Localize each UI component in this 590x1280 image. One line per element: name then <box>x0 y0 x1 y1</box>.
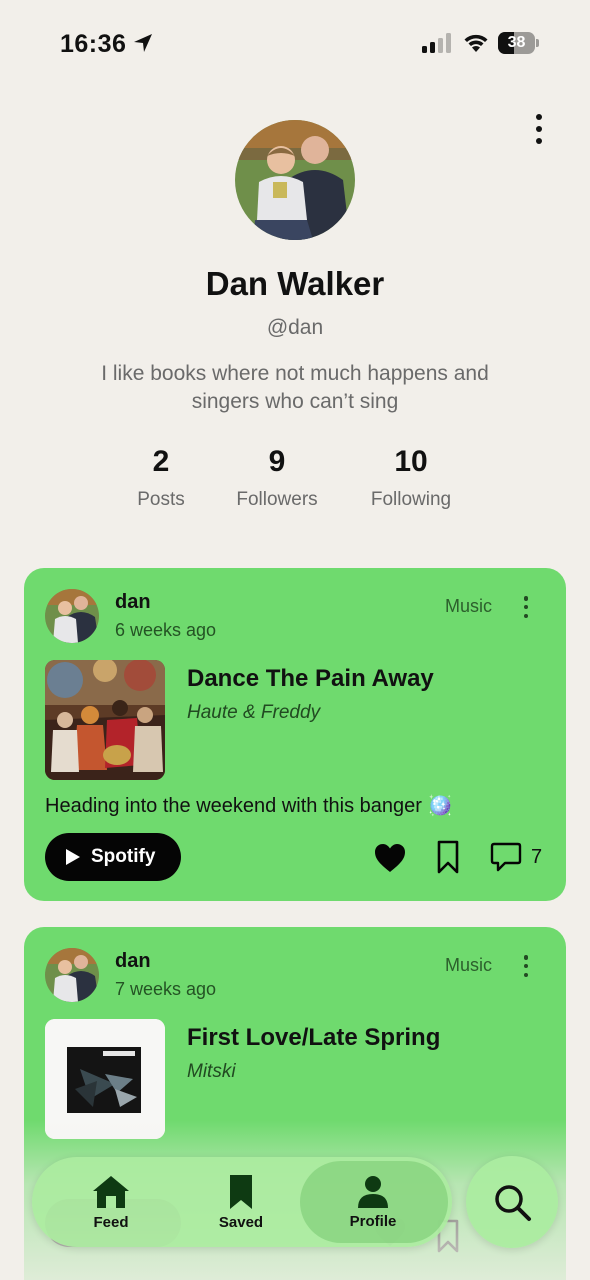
bookmark-icon[interactable] <box>436 840 460 874</box>
track-title: First Love/Late Spring <box>187 1024 441 1051</box>
profile-handle: @dan <box>266 316 324 339</box>
comment-count: 7 <box>531 846 543 868</box>
stat-followers[interactable]: 9 Followers <box>222 445 332 511</box>
battery-level: 38 <box>507 34 526 51</box>
stat-posts-value: 2 <box>152 445 170 478</box>
location-arrow-icon <box>134 34 152 52</box>
play-icon <box>66 849 80 865</box>
post-category: Music <box>445 596 493 616</box>
nav-label-saved: Saved <box>218 1213 264 1231</box>
post-category: Music <box>445 955 493 975</box>
nav-item-feed[interactable]: Feed <box>70 1157 152 1247</box>
post-author-name[interactable]: dan <box>115 950 151 973</box>
nav-label-profile: Profile <box>349 1212 397 1230</box>
battery-icon: 38 <box>498 32 540 54</box>
post-author-avatar[interactable] <box>45 948 99 1002</box>
profile-avatar <box>235 120 355 240</box>
profile-bio: I like books where not much happens and … <box>101 362 489 413</box>
nav-item-saved[interactable]: Saved <box>200 1157 282 1247</box>
bottom-nav: Feed Saved Profile <box>32 1157 452 1247</box>
nav-item-profile[interactable]: Profile <box>332 1157 414 1247</box>
bookmark-icon <box>230 1174 252 1209</box>
stat-posts-label: Posts <box>137 489 185 510</box>
track-title: Dance The Pain Away <box>187 665 434 692</box>
status-bar: 16:36 38 <box>0 0 590 90</box>
post-more-icon[interactable] <box>521 596 531 618</box>
stat-posts[interactable]: 2 Posts <box>111 445 211 511</box>
stat-following[interactable]: 10 Following <box>356 445 466 511</box>
profile-name: Dan Walker <box>205 265 385 302</box>
spotify-button[interactable]: Spotify <box>45 833 181 881</box>
stat-followers-label: Followers <box>236 489 318 510</box>
track-artist: Haute & Freddy <box>187 702 321 723</box>
stat-followers-value: 9 <box>268 445 286 478</box>
search-icon <box>495 1185 531 1221</box>
post-author-avatar[interactable] <box>45 589 99 643</box>
stat-following-label: Following <box>370 489 452 510</box>
nav-label-feed: Feed <box>93 1213 129 1231</box>
profile-more-menu-icon[interactable] <box>526 112 552 146</box>
comment-icon[interactable] <box>490 842 522 872</box>
post-author-name[interactable]: dan <box>115 591 151 614</box>
like-heart-icon[interactable] <box>374 843 406 873</box>
search-button[interactable] <box>466 1156 558 1248</box>
home-icon <box>93 1175 129 1208</box>
status-time: 16:36 <box>60 30 127 58</box>
stat-following-value: 10 <box>394 445 428 478</box>
wifi-icon <box>464 34 488 52</box>
spotify-button-label: Spotify <box>91 846 156 867</box>
post-card[interactable]: dan 6 weeks ago Music Dance The Pain Awa… <box>24 568 566 901</box>
post-caption: Heading into the weekend with this bange… <box>45 795 453 817</box>
cellular-signal-icon <box>422 33 451 53</box>
person-icon <box>358 1175 388 1208</box>
post-timestamp: 7 weeks ago <box>115 979 217 999</box>
track-artist: Mitski <box>187 1061 236 1082</box>
post-more-icon[interactable] <box>521 955 531 977</box>
post-timestamp: 6 weeks ago <box>115 620 217 640</box>
album-art[interactable] <box>45 660 165 780</box>
